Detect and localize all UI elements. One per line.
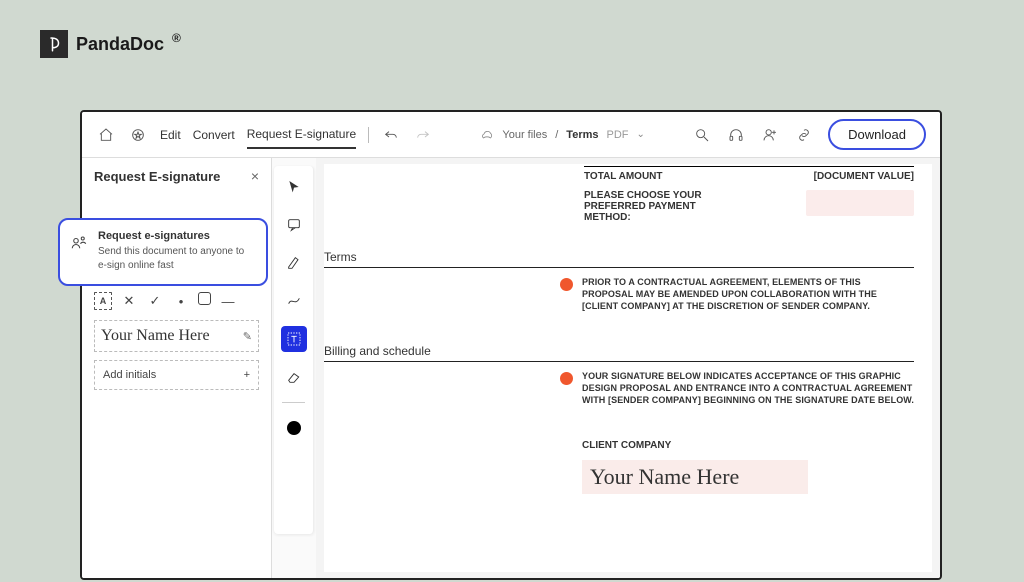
star-icon[interactable] <box>128 125 148 145</box>
user-add-icon[interactable] <box>760 125 780 145</box>
menu-request-esign[interactable]: Request E-signature <box>247 121 356 149</box>
field-marker-icon[interactable] <box>560 372 573 385</box>
close-icon[interactable]: × <box>251 168 259 184</box>
tool-rail <box>274 166 314 534</box>
brand-name: PandaDoc <box>76 34 164 55</box>
sidebar-title: Request E-signature <box>94 169 220 184</box>
field-marker-icon[interactable] <box>560 278 573 291</box>
redo-icon[interactable] <box>413 125 433 145</box>
terms-clause: PRIOR TO A CONTRACTUAL AGREEMENT, ELEMEN… <box>582 276 914 312</box>
document-canvas: TOTAL AMOUNT [DOCUMENT VALUE] PLEASE CHO… <box>316 158 940 578</box>
comment-tool-icon[interactable] <box>281 212 307 238</box>
edit-signature-icon[interactable]: ✎ <box>243 330 252 343</box>
callout-body: Send this document to anyone to e-sign o… <box>98 245 254 272</box>
chevron-down-icon[interactable]: ⌄ <box>637 129 645 140</box>
plus-icon: + <box>244 369 250 381</box>
billing-heading: Billing and schedule <box>324 344 914 362</box>
add-initials-label: Add initials <box>103 369 156 381</box>
dot-tool-icon[interactable]: • <box>172 292 190 310</box>
erase-tool-icon[interactable] <box>281 364 307 390</box>
client-company-label: CLIENT COMPANY <box>582 440 671 451</box>
breadcrumb-root[interactable]: Your files <box>502 129 547 141</box>
breadcrumb-filetype: PDF <box>607 129 629 141</box>
document-page: TOTAL AMOUNT [DOCUMENT VALUE] PLEASE CHO… <box>324 164 932 572</box>
payment-method-field[interactable] <box>806 190 914 216</box>
signature-text: Your Name Here <box>101 327 210 345</box>
breadcrumb: Your files / Terms PDF ⌄ <box>480 128 645 142</box>
total-amount-value: [DOCUMENT VALUE] <box>814 171 914 182</box>
brand-logo: PandaDoc® <box>40 30 181 58</box>
highlight-tool-icon[interactable] <box>281 250 307 276</box>
breadcrumb-current: Terms <box>566 129 598 141</box>
markup-tools: A ✕ ✓ • — <box>94 288 259 320</box>
payment-prompt: PLEASE CHOOSE YOUR PREFERRED PAYMENT MET… <box>584 190 714 223</box>
terms-heading: Terms <box>324 250 914 268</box>
brand-mark-icon <box>40 30 68 58</box>
check-tool-icon[interactable]: ✓ <box>146 292 164 310</box>
download-button[interactable]: Download <box>828 119 926 150</box>
topbar: Edit Convert Request E-signature Your fi… <box>82 112 940 158</box>
signature-field-doc[interactable]: Your Name Here <box>582 460 808 494</box>
undo-icon[interactable] <box>381 125 401 145</box>
app-window: Edit Convert Request E-signature Your fi… <box>80 110 942 580</box>
people-share-icon <box>70 234 88 255</box>
add-initials-field[interactable]: Add initials + <box>94 360 259 390</box>
draw-tool-icon[interactable] <box>281 288 307 314</box>
menu-convert[interactable]: Convert <box>193 122 235 148</box>
select-tool-icon[interactable] <box>281 174 307 200</box>
callout-title: Request e-signatures <box>98 230 254 242</box>
text-tool-icon[interactable] <box>281 326 307 352</box>
circle-tool-icon[interactable] <box>198 292 211 305</box>
link-icon[interactable] <box>794 125 814 145</box>
textfield-tool-icon[interactable]: A <box>94 292 112 310</box>
total-amount-label: TOTAL AMOUNT <box>584 171 663 182</box>
color-swatch-icon[interactable] <box>281 415 307 441</box>
signature-field[interactable]: Your Name Here ✎ <box>94 320 259 352</box>
line-tool-icon[interactable]: — <box>219 292 237 310</box>
request-esign-callout[interactable]: Request e-signatures Send this document … <box>58 218 268 286</box>
x-mark-tool-icon[interactable]: ✕ <box>120 292 138 310</box>
billing-clause: YOUR SIGNATURE BELOW INDICATES ACCEPTANC… <box>582 370 914 406</box>
home-icon[interactable] <box>96 125 116 145</box>
search-icon[interactable] <box>692 125 712 145</box>
menu-edit[interactable]: Edit <box>160 122 181 148</box>
headphones-icon[interactable] <box>726 125 746 145</box>
